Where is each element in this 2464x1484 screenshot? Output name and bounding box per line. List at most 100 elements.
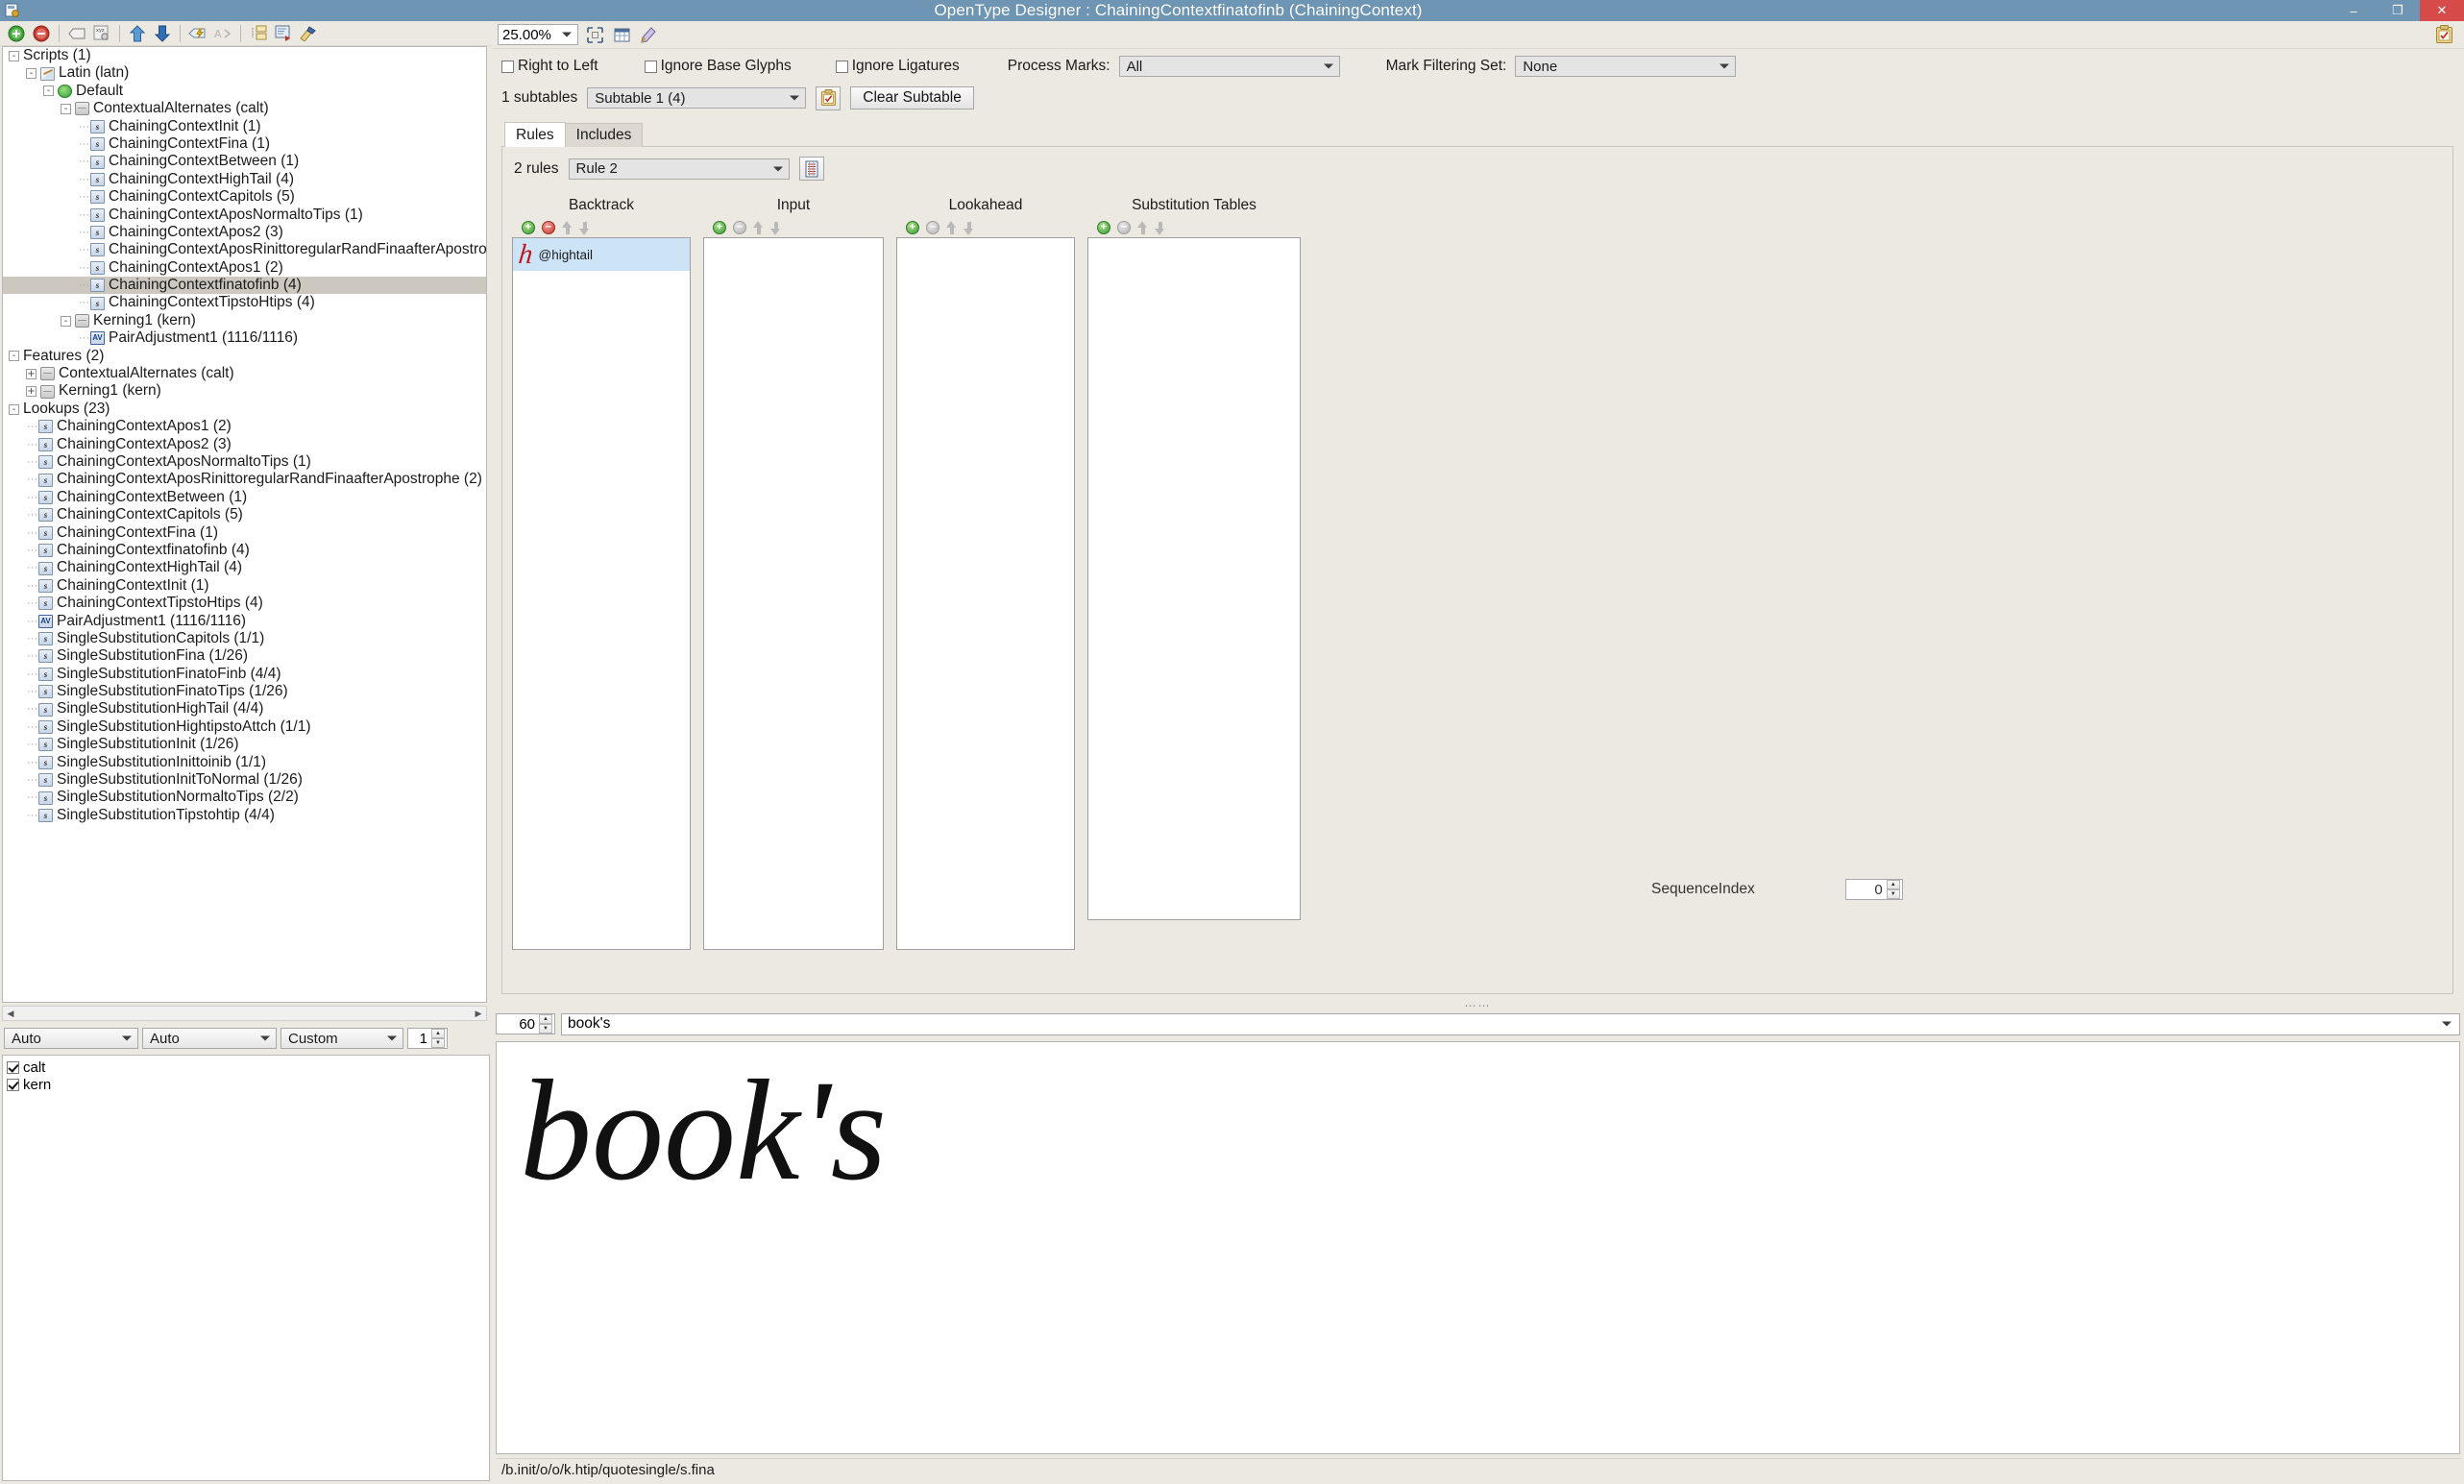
add-icon[interactable]: + [1097, 221, 1110, 234]
tree-node[interactable]: ··· s ChainingContextApos1 (2) [3, 418, 486, 435]
tree-node[interactable]: ··· s ChainingContextfinatofinb (4) [3, 277, 486, 295]
sequence-index-stepper[interactable]: 0 ▲ ▼ [1844, 879, 1903, 900]
move-down-icon[interactable] [964, 221, 974, 235]
rule-column-list[interactable] [703, 237, 884, 950]
compile-all-icon[interactable]: A [212, 23, 233, 44]
tree-node[interactable]: ··· s SingleSubstitutionNormaltoTips (2/2) [3, 789, 486, 806]
tree-node[interactable]: ··· s ChainingContextTipstoHtips (4) [3, 595, 486, 612]
collapse-icon[interactable]: - [9, 403, 19, 415]
stepper-up-icon[interactable]: ▲ [1886, 880, 1900, 889]
tree-node[interactable]: ··· s ChainingContextApos2 (3) [3, 224, 486, 241]
feature-checkbox-list[interactable]: calt kern [2, 1055, 490, 1481]
preview-text-input[interactable]: book's [561, 1012, 2460, 1035]
tree-node[interactable]: ··· s ChainingContextAposNormaltoTips (1) [3, 207, 486, 224]
paste-subtable-button[interactable] [816, 85, 842, 110]
tree-node[interactable]: ··· s ChainingContextBetween (1) [3, 489, 486, 506]
expand-icon[interactable]: + [26, 368, 37, 379]
add-icon[interactable]: + [906, 221, 919, 234]
tree-node[interactable]: ··· s ChainingContextApos1 (2) [3, 259, 486, 277]
move-down-icon[interactable] [152, 23, 173, 44]
tree-horizontal-scrollbar[interactable]: ◀ ▶ [2, 1006, 487, 1021]
tree-node[interactable]: ··· s ChainingContextFina (1) [3, 135, 486, 153]
minimize-button[interactable]: – [2331, 0, 2376, 21]
custom-value-stepper[interactable]: 1 ▲ ▼ [407, 1028, 448, 1049]
panel-splitter[interactable]: ⋯⋯ [492, 999, 2464, 1012]
add-icon[interactable] [6, 23, 27, 44]
add-icon[interactable]: + [713, 221, 726, 234]
tree-node[interactable]: ··· s ChainingContextfinatofinb (4) [3, 542, 486, 559]
rule-column-list[interactable] [1087, 237, 1301, 920]
tree-node[interactable]: ··· s ChainingContextAposRinittoregularRan… [3, 241, 486, 258]
pen-icon[interactable] [638, 24, 659, 45]
remove-icon[interactable]: − [926, 221, 939, 234]
collapse-icon[interactable]: - [26, 68, 37, 80]
rule-combo[interactable]: Rule 2 [568, 158, 790, 180]
tree-node[interactable]: ··· s SingleSubstitutionCapitols (1/1) [3, 630, 486, 647]
tree-node[interactable]: + Kerning1 (kern) [3, 382, 486, 400]
ignore-base-glyphs-checkbox[interactable]: Ignore Base Glyphs [644, 58, 792, 75]
tree-node[interactable]: - Features (2) [3, 348, 486, 365]
collapse-icon[interactable]: - [9, 50, 19, 61]
clipboard-icon[interactable] [2433, 24, 2454, 45]
collapse-icon[interactable]: - [61, 103, 71, 114]
font-structure-tree[interactable]: - Scripts (1) - Latin (latn) - Default - Contex… [2, 46, 487, 1003]
scroll-right-arrow[interactable]: ▶ [471, 1007, 486, 1020]
rule-column-list[interactable] [896, 237, 1075, 950]
subtable-combo[interactable]: Subtable 1 (4) [587, 87, 807, 109]
glyph-list-item[interactable]: h @hightail [513, 238, 690, 271]
tree-node[interactable]: - Latin (latn) [3, 64, 486, 82]
move-down-icon[interactable] [770, 221, 781, 235]
mark-filtering-set-combo[interactable]: None [1515, 56, 1737, 77]
move-up-icon[interactable] [1137, 220, 1148, 235]
tree-node[interactable]: ··· AV PairAdjustment1 (1116/1116) [3, 613, 486, 630]
glyph-preview-canvas[interactable]: book's [496, 1041, 2460, 1454]
tree-node[interactable]: - ContextualAlternates (calt) [3, 100, 486, 117]
group-icon[interactable] [248, 23, 269, 44]
chevron-down-icon[interactable] [2442, 1021, 2452, 1027]
rule-list-button[interactable] [798, 157, 824, 181]
tree-node[interactable]: ··· s SingleSubstitutionFinatoFinb (4/4) [3, 666, 486, 683]
stepper-buttons[interactable]: ▲ ▼ [539, 1014, 552, 1034]
add-icon[interactable]: + [522, 221, 535, 234]
close-button[interactable]: ✕ [2420, 0, 2464, 21]
move-down-icon[interactable] [1155, 221, 1165, 235]
checkbox-box[interactable] [7, 1078, 19, 1091]
right-to-left-checkbox[interactable]: Right to Left [501, 58, 598, 75]
move-up-icon[interactable] [127, 23, 148, 44]
mode-combo[interactable]: Custom [281, 1028, 403, 1049]
remove-icon[interactable]: − [1117, 221, 1131, 234]
table-icon[interactable] [611, 24, 632, 45]
rule-column-list[interactable]: h @hightail [512, 237, 691, 950]
collapse-icon[interactable]: - [43, 85, 54, 97]
tree-node[interactable]: ··· s SingleSubstitutionHighTail (4/4) [3, 700, 486, 718]
tree-node[interactable]: - Kerning1 (kern) [3, 312, 486, 329]
tree-node[interactable]: ··· s ChainingContextAposRinittoregularRan… [3, 471, 486, 488]
tree-node[interactable]: ··· AV PairAdjustment1 (1116/1116) [3, 329, 486, 347]
clean-icon[interactable] [298, 23, 319, 44]
tree-node[interactable]: ··· s SingleSubstitutionInitToNormal (1/26… [3, 771, 486, 789]
preview-size-stepper[interactable]: 60 ▲ ▼ [496, 1013, 555, 1034]
tree-node[interactable]: ··· s SingleSubstitutionInit (1/26) [3, 736, 486, 753]
tree-node[interactable]: ··· s ChainingContextApos2 (3) [3, 436, 486, 453]
export-icon[interactable] [273, 23, 294, 44]
zoom-combo[interactable]: 25.00% [498, 24, 578, 45]
tree-node[interactable]: - Default [3, 83, 486, 100]
remove-icon[interactable]: − [542, 221, 555, 234]
feature-checkbox-row[interactable]: kern [7, 1076, 485, 1093]
maximize-button[interactable]: ❐ [2376, 0, 2420, 21]
stepper-down-icon[interactable]: ▼ [431, 1038, 445, 1048]
fit-icon[interactable] [584, 24, 605, 45]
tree-node[interactable]: ··· s SingleSubstitutionFinatoTips (1/26) [3, 683, 486, 700]
tree-node[interactable]: ··· s SingleSubstitutionHightipstoAttch (1… [3, 718, 486, 736]
tree-node[interactable]: + ContextualAlternates (calt) [3, 365, 486, 382]
tab-rules[interactable]: Rules [504, 122, 566, 147]
tree-node[interactable]: ··· s ChainingContextBetween (1) [3, 153, 486, 170]
remove-icon[interactable] [31, 23, 52, 44]
language-combo[interactable]: Auto [142, 1028, 277, 1049]
tree-node[interactable]: ··· s ChainingContextTipstoHtips (4) [3, 294, 486, 311]
process-marks-combo[interactable]: All [1118, 56, 1340, 77]
stepper-up-icon[interactable]: ▲ [539, 1014, 552, 1024]
tree-node[interactable]: - Scripts (1) [3, 47, 486, 64]
tree-node[interactable]: ··· s ChainingContextInit (1) [3, 118, 486, 135]
clear-subtable-button[interactable]: Clear Subtable [850, 86, 974, 109]
